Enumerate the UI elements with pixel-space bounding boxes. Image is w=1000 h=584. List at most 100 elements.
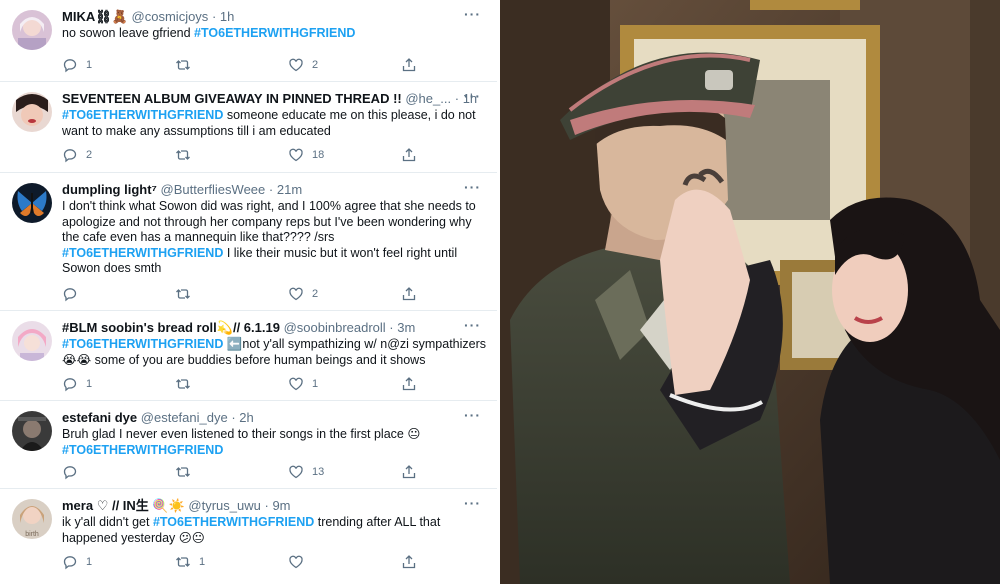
timestamp[interactable]: 21m [277,182,302,197]
handle[interactable]: @he_... [405,91,451,106]
avatar[interactable] [12,411,52,451]
avatar[interactable]: birth [12,499,52,539]
like-button[interactable]: 1 [288,376,358,392]
tweet-text: #TO6ETHERWITHGFRIEND ⬅️not y'all sympath… [62,337,487,367]
like-icon [289,465,303,479]
tweet-actions: 2 18 [62,146,417,164]
like-count: 2 [312,59,319,71]
reply-button[interactable] [62,464,132,480]
tweet-text: ik y'all didn't get #TO6ETHERWITHGFRIEND… [62,515,441,545]
like-button[interactable]: 18 [288,147,358,163]
display-name[interactable]: SEVENTEEN ALBUM GIVEAWAY IN PINNED THREA… [62,91,402,106]
reply-count: 1 [86,556,93,568]
hashtag[interactable]: #TO6ETHERWITHGFRIEND [62,108,223,122]
display-name[interactable]: estefani dye [62,410,137,425]
reply-button[interactable]: 1 [62,554,132,570]
tweet[interactable]: dumpling light⁷ @ButterfliesWeee · 21m ·… [0,173,497,311]
hashtag[interactable]: #TO6ETHERWITHGFRIEND [62,337,223,351]
reply-count: 1 [86,378,93,390]
tweet-actions: 1 1 [62,375,417,393]
retweet-icon [176,379,190,389]
handle[interactable]: @ButterfliesWeee [161,182,266,197]
retweet-icon [176,557,190,567]
share-icon [402,148,416,162]
reply-icon [63,288,77,302]
tweet-actions: 13 [62,463,417,481]
reply-count: 2 [86,149,93,161]
tweet-header: dumpling light⁷ @ButterfliesWeee · 21m [62,182,303,197]
handle[interactable]: @cosmicjoys [132,9,209,24]
tweet[interactable]: SEVENTEEN ALBUM GIVEAWAY IN PINNED THREA… [0,82,497,173]
hashtag[interactable]: #TO6ETHERWITHGFRIEND [153,515,314,529]
avatar[interactable] [12,183,52,223]
display-name[interactable]: dumpling light⁷ [62,182,157,197]
retweet-icon [176,60,190,70]
like-button[interactable]: 13 [288,464,358,480]
retweet-button[interactable]: 1 [175,554,245,570]
timestamp[interactable]: 1h [220,9,234,24]
tweet[interactable]: estefani dye @estefani_dye · 2h ··· Bruh… [0,401,497,489]
share-button[interactable] [401,57,417,73]
hashtag[interactable]: #TO6ETHERWITHGFRIEND [62,246,223,260]
like-button[interactable]: 2 [288,286,358,302]
reply-button[interactable] [62,286,132,302]
display-name[interactable]: #BLM soobin's bread roll💫// 6.1.19 [62,320,280,335]
more-icon[interactable]: ··· [464,88,481,104]
retweet-button[interactable] [175,57,245,73]
like-button[interactable] [288,554,358,570]
timestamp[interactable]: 3m [397,320,415,335]
handle[interactable]: @tyrus_uwu [188,498,260,513]
like-count: 18 [312,149,325,161]
avatar[interactable] [12,92,52,132]
more-icon[interactable]: ··· [464,179,481,195]
retweet-icon [176,289,190,299]
more-icon[interactable]: ··· [464,495,481,511]
tweet-text: Bruh glad I never even listened to their… [62,427,421,457]
more-icon[interactable]: ··· [464,407,481,423]
avatar[interactable] [12,321,52,361]
reply-icon [63,59,77,73]
reply-icon [63,466,77,480]
retweet-button[interactable] [175,286,245,302]
tweet-feed: MIKA⛓🧸 @cosmicjoys · 1h ··· no sowon lea… [0,0,497,584]
hashtag[interactable]: #TO6ETHERWITHGFRIEND [194,26,355,40]
reply-button[interactable]: 1 [62,57,132,73]
handle[interactable]: @estefani_dye [141,410,228,425]
tweet[interactable]: birth mera ♡ // IN生 🍭☀️ @tyrus_uwu · 9m … [0,489,497,584]
share-icon [402,287,416,301]
like-icon [289,377,303,391]
reply-icon [63,149,77,163]
like-icon [289,148,303,162]
tweet[interactable]: MIKA⛓🧸 @cosmicjoys · 1h ··· no sowon lea… [0,0,497,82]
retweet-button[interactable] [175,147,245,163]
share-button[interactable] [401,147,417,163]
display-name[interactable]: mera ♡ // IN生 🍭☀️ [62,498,185,513]
share-button[interactable] [401,376,417,392]
reply-button[interactable]: 1 [62,376,132,392]
retweet-icon [176,467,190,477]
share-button[interactable] [401,286,417,302]
like-count: 13 [312,466,325,478]
attached-photo [500,0,1000,584]
avatar[interactable] [12,10,52,50]
more-icon[interactable]: ··· [464,6,481,22]
timestamp[interactable]: 9m [272,498,290,513]
tweet-header: mera ♡ // IN生 🍭☀️ @tyrus_uwu · 9m [62,498,291,513]
share-button[interactable] [401,554,417,570]
like-button[interactable]: 2 [288,57,358,73]
display-name[interactable]: MIKA⛓🧸 [62,9,128,24]
tweet-text: #TO6ETHERWITHGFRIEND someone educate me … [62,108,476,138]
retweet-button[interactable] [175,464,245,480]
retweet-button[interactable] [175,376,245,392]
reply-count: 1 [86,59,93,71]
reply-button[interactable]: 2 [62,147,132,163]
tweet-header: MIKA⛓🧸 @cosmicjoys · 1h [62,9,235,24]
handle[interactable]: @soobinbreadroll [284,320,386,335]
timestamp[interactable]: 2h [239,410,253,425]
share-button[interactable] [401,464,417,480]
hashtag[interactable]: #TO6ETHERWITHGFRIEND [62,443,223,457]
tweet-actions: 1 1 [62,553,417,571]
tweet[interactable]: #BLM soobin's bread roll💫// 6.1.19 @soob… [0,311,497,401]
tweet-header: SEVENTEEN ALBUM GIVEAWAY IN PINNED THREA… [62,91,478,106]
more-icon[interactable]: ··· [464,317,481,333]
